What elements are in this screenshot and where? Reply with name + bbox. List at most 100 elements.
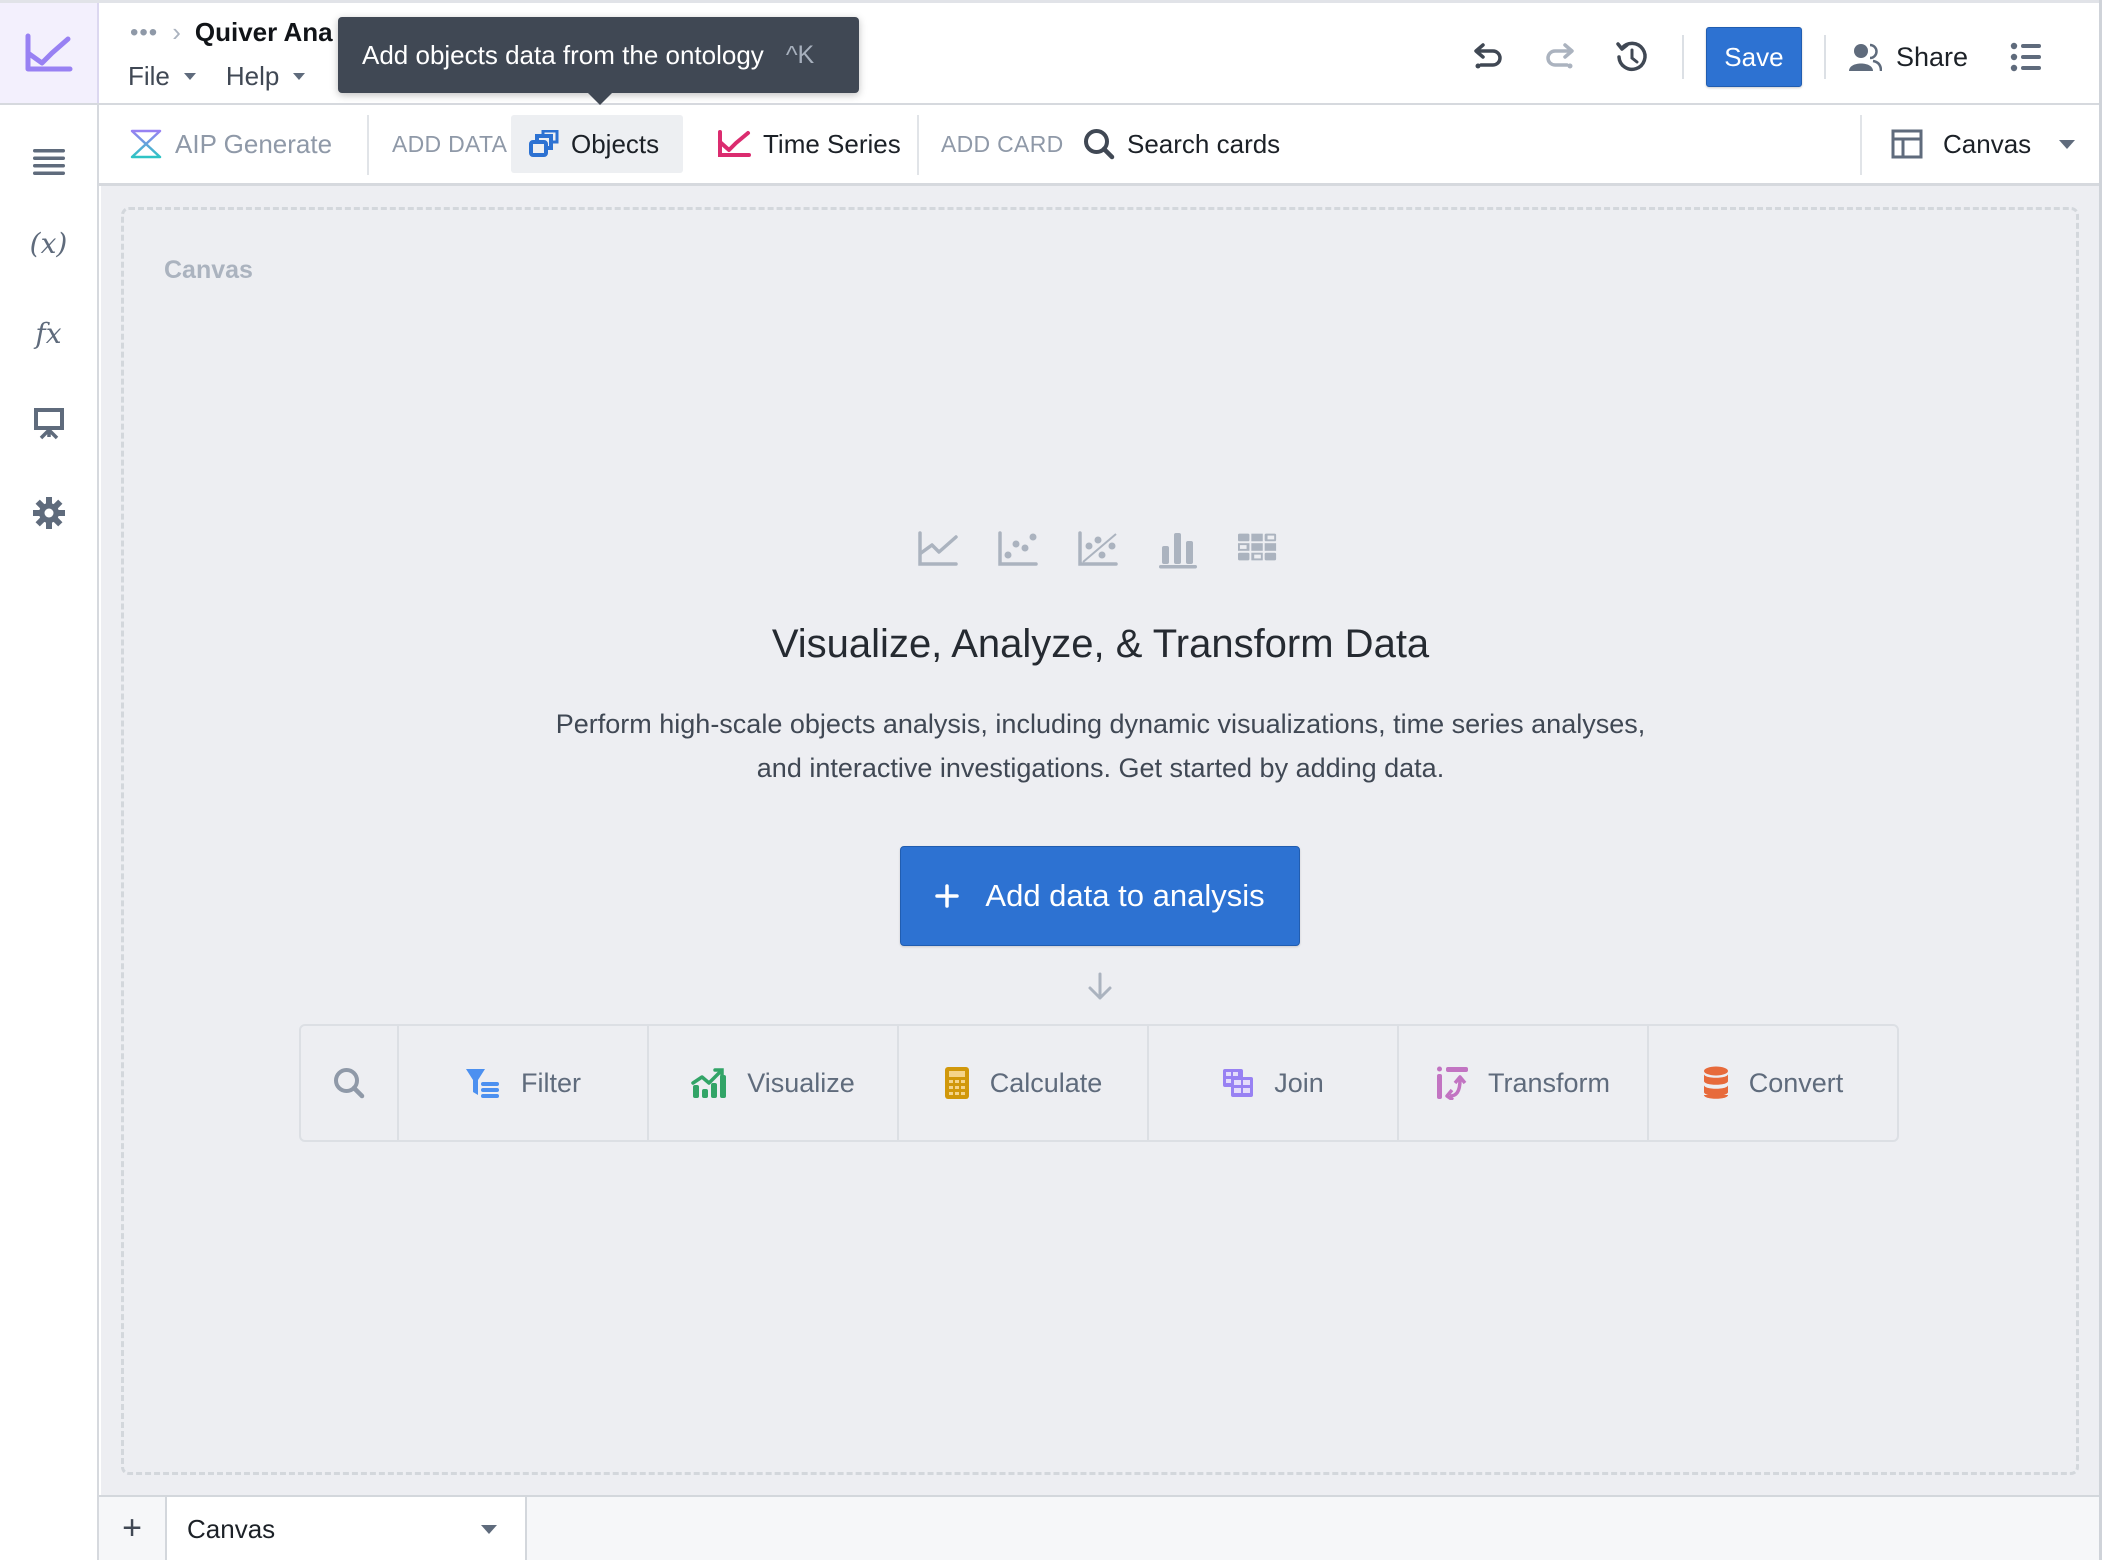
action-visualize-label: Visualize [747, 1067, 855, 1098]
app-logo[interactable] [0, 3, 99, 103]
sidebar-item-settings[interactable] [0, 478, 97, 548]
description-line-2: and interactive investigations. Get star… [756, 753, 1445, 783]
share-button[interactable]: Share [1848, 42, 1968, 73]
empty-state-description: Perform high-scale objects analysis, inc… [101, 702, 2100, 790]
divider [1860, 115, 1862, 175]
add-data-label: Add data to analysis [985, 878, 1265, 913]
sidebar-item-functions[interactable]: fx [0, 298, 97, 368]
function-fx-icon: fx [35, 316, 62, 350]
pivot-table-icon [1238, 531, 1278, 571]
add-data-to-analysis-button[interactable]: Add data to analysis [900, 846, 1300, 946]
app-header: ••• › Quiver Ana File Help Save Share [0, 0, 2102, 105]
canvas-label: Canvas [164, 256, 253, 284]
add-card-label: ADD CARD [941, 130, 1064, 157]
history-icon [1616, 41, 1647, 72]
divider [1823, 35, 1826, 79]
menu-help[interactable]: Help [225, 61, 306, 92]
aip-generate-button[interactable]: AIP Generate [111, 115, 350, 173]
header-actions: Save Share [1444, 27, 2054, 87]
action-filter[interactable]: Filter [397, 1026, 647, 1140]
tooltip-text: Add objects data from the ontology [362, 39, 764, 70]
objects-label: Objects [571, 128, 660, 159]
history-button[interactable] [1604, 29, 1660, 85]
objects-tooltip: Add objects data from the ontology ^K [338, 17, 859, 105]
action-bar: Filter Visualize Calculate Join Transfor… [299, 1024, 1899, 1142]
caret-down-icon [293, 73, 306, 80]
tooltip-arrow [588, 93, 612, 105]
line-chart-logo-icon [25, 33, 72, 72]
transform-icon [1436, 1066, 1468, 1100]
menu-help-label: Help [225, 61, 280, 91]
hamburger-list-icon [32, 149, 65, 175]
calculator-icon [944, 1067, 969, 1099]
caret-down-icon [183, 73, 196, 80]
save-button[interactable]: Save [1705, 27, 1802, 87]
layout-select[interactable]: Canvas [1873, 115, 2093, 173]
action-convert-label: Convert [1748, 1067, 1844, 1098]
properties-menu-button[interactable] [1998, 29, 2054, 85]
scatter-plot-icon [998, 531, 1038, 571]
description-line-1: Perform high-scale objects analysis, inc… [555, 709, 1646, 739]
database-icon [1703, 1066, 1728, 1099]
document-title[interactable]: Quiver Ana [195, 17, 333, 48]
page-tab-canvas[interactable]: Canvas [167, 1497, 527, 1560]
chart-growth-icon [691, 1068, 727, 1098]
action-filter-label: Filter [521, 1067, 581, 1098]
objects-cube-icon [529, 130, 559, 157]
regression-plot-icon [1078, 531, 1118, 571]
action-transform[interactable]: Transform [1397, 1026, 1647, 1140]
add-data-label: ADD DATA [392, 130, 508, 157]
line-chart-icon [918, 531, 958, 571]
action-search[interactable] [301, 1026, 397, 1140]
layout-select-label: Canvas [1943, 128, 2032, 159]
list-menu-icon [2010, 42, 2041, 72]
card-toolbar: AIP Generate ADD DATA Objects Time Serie… [99, 105, 2102, 186]
menu-file[interactable]: File [128, 61, 196, 92]
divider [1681, 35, 1684, 79]
arrow-down-icon [1086, 972, 1114, 1007]
layout-panel-icon [1891, 129, 1923, 159]
empty-state-title: Visualize, Analyze, & Transform Data [771, 622, 1430, 666]
menu-bar: File Help [128, 61, 306, 92]
visualization-icons [918, 531, 1278, 571]
search-icon [334, 1068, 365, 1099]
breadcrumb: ••• › Quiver Ana [130, 17, 333, 48]
canvas-dropzone [121, 207, 2079, 1475]
time-series-label: Time Series [763, 128, 901, 159]
plus-icon [935, 884, 960, 908]
action-transform-label: Transform [1487, 1067, 1610, 1098]
canvas-area[interactable]: Canvas Visualize, Analyze, & Transform D… [101, 186, 2100, 1495]
undo-button[interactable] [1460, 29, 1516, 85]
search-cards-label: Search cards [1127, 128, 1281, 159]
bar-chart-icon [1158, 531, 1198, 571]
time-series-button[interactable]: Time Series [699, 115, 919, 173]
add-page-button[interactable]: + [99, 1497, 167, 1560]
tooltip-shortcut: ^K [785, 40, 815, 69]
caret-down-icon[interactable] [481, 1525, 497, 1534]
filter-icon [466, 1069, 499, 1098]
objects-button[interactable]: Objects [511, 115, 683, 173]
time-series-chart-icon [718, 130, 751, 157]
redo-icon [1546, 43, 1574, 69]
divider [367, 115, 369, 175]
aip-logo-icon [130, 129, 162, 159]
breadcrumb-chevron-icon: › [172, 17, 181, 47]
redo-button[interactable] [1532, 29, 1588, 85]
gear-icon [32, 497, 65, 529]
divider [917, 115, 919, 175]
action-convert[interactable]: Convert [1647, 1026, 1897, 1140]
sidebar-item-presentation[interactable] [0, 388, 97, 458]
page-tab-bar: + Canvas [99, 1495, 2102, 1560]
search-icon [1084, 129, 1115, 160]
action-join[interactable]: Join [1147, 1026, 1397, 1140]
page-tab-label: Canvas [187, 1514, 276, 1544]
share-people-icon [1848, 43, 1882, 72]
search-cards-button[interactable]: Search cards [1065, 115, 1298, 173]
breadcrumb-overflow[interactable]: ••• [130, 19, 158, 47]
undo-icon [1474, 43, 1502, 69]
sidebar-item-outline[interactable] [0, 126, 97, 196]
sidebar-item-variables[interactable]: (x) [0, 208, 97, 278]
action-calculate[interactable]: Calculate [897, 1026, 1147, 1140]
join-table-icon [1223, 1069, 1254, 1097]
action-visualize[interactable]: Visualize [647, 1026, 897, 1140]
